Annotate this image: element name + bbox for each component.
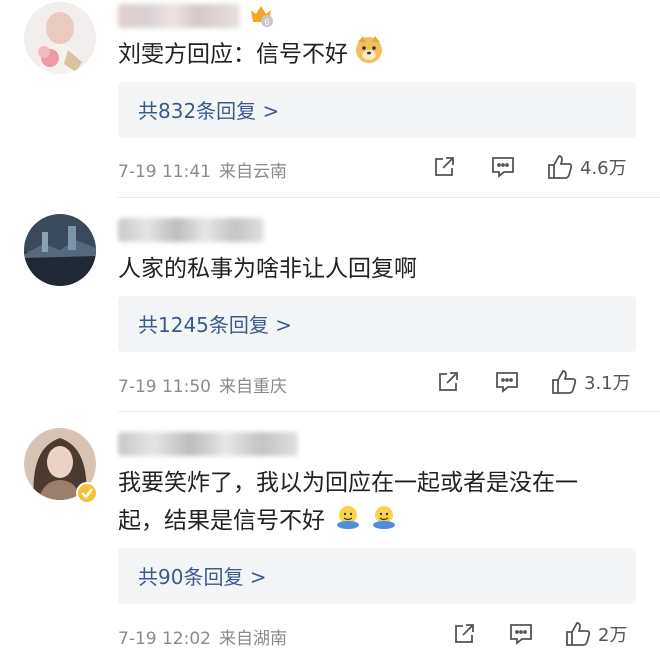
- smile-emoji: [335, 503, 361, 541]
- comment-location: 来自重庆: [218, 377, 287, 397]
- user-avatar[interactable]: [24, 214, 96, 286]
- reply-count-label: 共90条回复 >: [138, 565, 267, 589]
- doge-emoji: [354, 34, 384, 76]
- comment-button[interactable]: [494, 370, 520, 394]
- like-count: 2万: [598, 625, 628, 646]
- thumbs-up-icon: [566, 622, 591, 646]
- smile-emoji: [371, 503, 397, 541]
- divider: [118, 411, 660, 412]
- thumbs-up-icon: [552, 370, 577, 394]
- like-count: 4.6万: [580, 158, 627, 179]
- comment-button[interactable]: [508, 622, 534, 646]
- comment-text-line2: 起，结果是信号不好: [118, 508, 325, 534]
- like-button[interactable]: 3.1万: [550, 368, 631, 396]
- like-button[interactable]: 4.6万: [546, 153, 627, 181]
- comment-icon: [510, 624, 532, 645]
- vip-level-badge: 6: [251, 6, 273, 27]
- comment-2: 人家的私事为啥非让人回复啊 共1245条回复 > 7-19 11:50 来自重庆 …: [0, 212, 660, 422]
- comment-text: 我要笑炸了，我以为回应在一起或者是没在一 起，结果是信号不好: [118, 464, 636, 541]
- comment-date: 7-19 11:41: [118, 162, 211, 182]
- share-icon: [435, 157, 454, 176]
- reply-count-label: 共832条回复 >: [138, 99, 280, 123]
- comment-text-line1: 我要笑炸了，我以为回应在一起或者是没在一: [118, 470, 578, 496]
- comment-date: 7-19 11:50: [118, 377, 211, 397]
- badge-level: 6: [264, 17, 269, 27]
- comment-meta: 7-19 12:02 来自湖南: [118, 624, 295, 649]
- like-count: 3.1万: [584, 373, 631, 394]
- share-button[interactable]: [436, 370, 460, 394]
- comment-1: 6 刘雯方回应：信号不好 共832条回复 > 7-19 11:41 来自云南 4…: [0, 0, 660, 212]
- view-replies-button[interactable]: 共1245条回复 >: [118, 296, 636, 352]
- verified-badge: [76, 482, 98, 504]
- share-icon: [439, 372, 458, 391]
- comment-location: 来自云南: [218, 162, 287, 182]
- comment-date: 7-19 12:02: [118, 629, 211, 649]
- comment-meta: 7-19 11:50 来自重庆: [118, 372, 295, 397]
- user-avatar[interactable]: [24, 2, 96, 74]
- view-replies-button[interactable]: 共90条回复 >: [118, 548, 636, 604]
- divider: [118, 197, 660, 198]
- thumbs-up-icon: [548, 155, 573, 179]
- username-blurred[interactable]: [118, 4, 240, 28]
- username-blurred[interactable]: [118, 218, 264, 242]
- comment-button[interactable]: [490, 155, 516, 179]
- share-button[interactable]: [452, 622, 476, 646]
- comment-icon: [496, 372, 518, 393]
- comment-meta: 7-19 11:41 来自云南: [118, 157, 295, 182]
- view-replies-button[interactable]: 共832条回复 >: [118, 82, 636, 138]
- comment-location: 来自湖南: [218, 629, 287, 649]
- comment-icon: [492, 157, 514, 178]
- comment-3: 我要笑炸了，我以为回应在一起或者是没在一 起，结果是信号不好 共90条回复 > …: [0, 424, 660, 649]
- share-button[interactable]: [432, 155, 456, 179]
- like-button[interactable]: 2万: [564, 620, 627, 648]
- reply-count-label: 共1245条回复 >: [138, 313, 293, 337]
- comment-text: 刘雯方回应：信号不好: [118, 34, 636, 76]
- comment-text: 人家的私事为啥非让人回复啊: [118, 256, 417, 282]
- username-blurred[interactable]: [118, 432, 298, 456]
- share-icon: [455, 624, 474, 643]
